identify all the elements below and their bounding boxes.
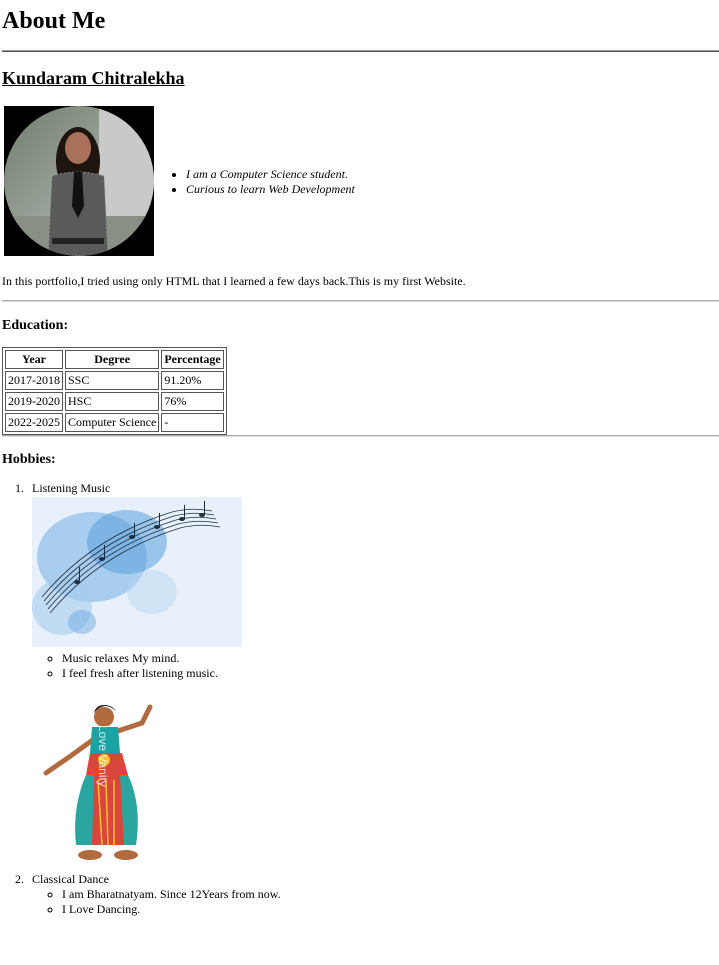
bio-list: I am a Computer Science student. Curious… — [172, 167, 355, 197]
bio-item: Curious to learn Web Development — [186, 182, 355, 197]
column-header-year: Year — [5, 350, 63, 369]
list-item: Music relaxes My mind. — [62, 651, 218, 666]
table-header-row: Year Degree Percentage — [5, 350, 224, 369]
table-cell: HSC — [65, 392, 160, 411]
table-cell: 76% — [161, 392, 224, 411]
dance-watermark: Love Vanity — [96, 725, 110, 787]
hobby-item-music: 1. Listening Music — [2, 481, 110, 496]
bio-item: I am a Computer Science student. — [186, 167, 355, 182]
dance-image: Love Vanity — [32, 695, 184, 868]
music-image — [32, 497, 242, 647]
person-name: Kundaram Chitralekha — [2, 68, 185, 88]
hobbies-heading: Hobbies: — [2, 452, 56, 467]
dance-points: I am Bharatnatyam. Since 12Years from no… — [48, 887, 281, 917]
table-cell: 91.20% — [161, 371, 224, 390]
column-header-percentage: Percentage — [161, 350, 224, 369]
column-header-degree: Degree — [65, 350, 160, 369]
hobby-title: Listening Music — [32, 481, 111, 495]
table-cell: 2022-2025 — [5, 413, 63, 432]
hobby-item-dance: 2. Classical Dance — [2, 872, 109, 887]
table-cell: Computer Science — [65, 413, 160, 432]
section-divider — [2, 300, 719, 302]
hobby-number: 1. — [15, 481, 24, 495]
list-item: I feel fresh after listening music. — [62, 666, 218, 681]
profile-photo-image — [4, 106, 154, 256]
table-row: 2017-2018 SSC 91.20% — [5, 371, 224, 390]
table-cell: - — [161, 413, 224, 432]
page-title: About Me — [2, 8, 106, 34]
education-table: Year Degree Percentage 2017-2018 SSC 91.… — [2, 347, 227, 435]
table-row: 2019-2020 HSC 76% — [5, 392, 224, 411]
list-item: I Love Dancing. — [62, 902, 281, 917]
table-cell: 2017-2018 — [5, 371, 63, 390]
music-points: Music relaxes My mind. I feel fresh afte… — [48, 651, 218, 681]
music-notes-icon — [32, 501, 221, 635]
education-heading: Education: — [2, 318, 69, 333]
section-divider — [2, 435, 719, 437]
table-cell: 2019-2020 — [5, 392, 63, 411]
title-divider — [2, 50, 719, 52]
profile-photo — [4, 106, 154, 256]
table-row: 2022-2025 Computer Science - — [5, 413, 224, 432]
hobby-title: Classical Dance — [32, 872, 109, 886]
table-cell: SSC — [65, 371, 160, 390]
hobby-number: 2. — [15, 872, 24, 886]
intro-text: In this portfolio,I tried using only HTM… — [2, 274, 466, 288]
list-item: I am Bharatnatyam. Since 12Years from no… — [62, 887, 281, 902]
profile-photo-circle — [4, 106, 154, 256]
